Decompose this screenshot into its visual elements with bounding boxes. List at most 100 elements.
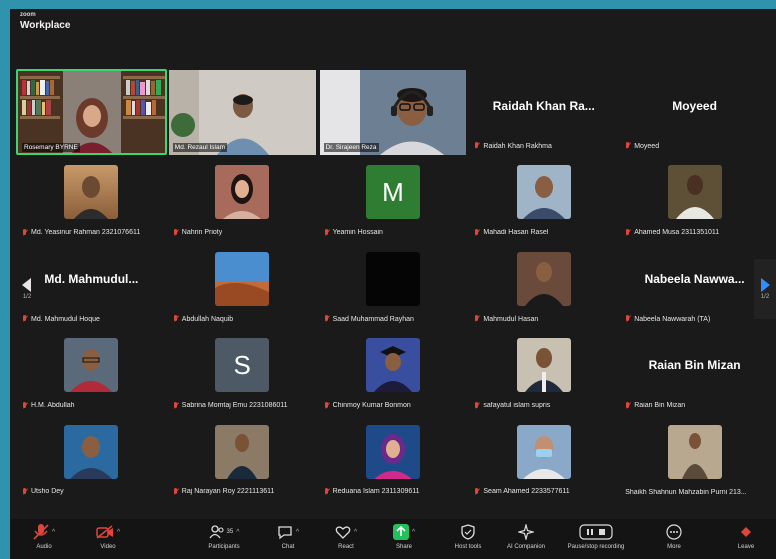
participant-label: Mahadi Hasan Rasel (483, 229, 549, 237)
profile-photo (215, 165, 270, 220)
mic-muted-icon (474, 401, 480, 410)
participant-label: Raian Bin Mizan (634, 402, 686, 410)
chevron-up-icon[interactable]: ^ (412, 529, 415, 536)
host-tools-button[interactable]: Host tools (438, 522, 498, 558)
participant-tile[interactable]: Mahmudul Hasan (468, 242, 619, 328)
participant-tile[interactable]: Chinmoy Kumar Bonmon (318, 328, 469, 414)
react-button[interactable]: ^ React (316, 522, 376, 558)
mic-muted-icon (474, 315, 480, 323)
participant-tile[interactable]: Saad Muhammad Rayhan (318, 242, 469, 328)
mic-muted-icon (625, 401, 631, 410)
participant-label: Seam Ahamed 2233577611 (483, 488, 570, 496)
participant-tile[interactable]: Shaikh Shahnun Mahzabin Purni 213... (619, 415, 770, 501)
participants-icon (208, 525, 224, 539)
mic-muted-icon (173, 487, 179, 496)
participant-display-name: Nabeela Nawwa... (644, 271, 745, 286)
more-icon (666, 524, 682, 540)
initial-avatar: S (215, 338, 270, 393)
profile-photo (667, 424, 722, 479)
participant-label: Reduana Islam 2311309611 (332, 488, 420, 496)
participant-display-name: Raian Bin Mizan (648, 358, 741, 373)
participant-tile[interactable]: Mahadi Hasan Rasel (468, 155, 619, 241)
page-indicator: 1/2 (22, 294, 32, 300)
mic-muted-icon (625, 142, 631, 150)
previous-page-button[interactable]: 1/2 (16, 259, 38, 319)
host-tools-label: Host tools (454, 544, 482, 550)
video-tile-rezaul[interactable]: Md. Rezaul Islam (167, 69, 318, 156)
participant-tile[interactable]: Nahrin Prioty (167, 155, 318, 241)
pause-stop-icon (579, 524, 613, 540)
video-button[interactable]: ^ Video (78, 522, 138, 558)
share-button[interactable]: ^ Share (374, 522, 434, 558)
video-tile-sirajeen[interactable]: Dr. Sirajeen Reza (318, 69, 469, 156)
pause-stop-recording-button[interactable]: Pause/stop recording (566, 522, 626, 558)
participant-label: H.M. Abdullah (31, 402, 75, 410)
chat-button[interactable]: ^ Chat (258, 522, 318, 558)
meeting-toolbar: ^ Audio ^ Video 35 ^ Participants ^ Chat… (10, 519, 776, 559)
participant-tile[interactable]: Utsho Dey (16, 415, 167, 501)
gallery-grid: Rosemary BYRNE Md. Rezaul Islam Dr. Sira… (16, 69, 770, 501)
participant-display-name: Moyeed (672, 99, 717, 113)
participant-label: Raj Narayan Roy 2221113611 (181, 488, 275, 496)
participant-tile[interactable]: Nabeela Nawwa... Nabeela Nawwarah (TA) (619, 242, 770, 328)
participants-button[interactable]: 35 ^ Participants (194, 522, 254, 558)
react-heart-icon (335, 525, 351, 539)
mic-muted-icon (324, 401, 330, 410)
chevron-up-icon[interactable]: ^ (52, 529, 55, 536)
mic-muted-icon (474, 487, 480, 496)
participant-tile[interactable]: Seam Ahamed 2233577611 (468, 415, 619, 501)
participant-tile[interactable]: safayatul islam supris (468, 328, 619, 414)
next-page-button[interactable]: 1/2 (754, 259, 776, 319)
app-brand-name: Workplace (20, 20, 71, 31)
participant-tile[interactable]: Raj Narayan Roy 2221113611 (167, 415, 318, 501)
participant-tile[interactable]: M Yeamin Hossain (318, 155, 469, 241)
leave-button[interactable]: Leave (716, 522, 776, 558)
pause-recording-label: Pause/stop recording (567, 544, 625, 550)
participant-tile[interactable]: Md. Yeasinur Rahman 2321076611 (16, 155, 167, 241)
profile-photo (64, 424, 119, 479)
participant-count: 35 (226, 529, 234, 535)
chevron-up-icon[interactable]: ^ (117, 529, 120, 536)
participant-tile[interactable]: S Sabrina Momtaj Emu 2231086011 (167, 328, 318, 414)
zoom-meeting-window: zoom Workplace Rosemary BYRNE Md. Rezaul… (10, 9, 776, 559)
app-brand-small: zoom (20, 12, 36, 18)
mic-muted-icon (22, 401, 28, 410)
chevron-up-icon[interactable]: ^ (236, 529, 239, 536)
chevron-right-icon (761, 278, 770, 292)
participant-label: Shaikh Shahnun Mahzabin Purni 213... (625, 488, 747, 496)
more-button[interactable]: More (644, 522, 704, 558)
mic-muted-icon (173, 401, 179, 410)
participant-tile[interactable]: Raian Bin Mizan Raian Bin Mizan (619, 328, 770, 414)
participant-label: Raidah Khan Rakhma (483, 142, 552, 150)
participant-label: Utsho Dey (31, 488, 64, 496)
mic-muted-icon (22, 487, 28, 496)
participant-tile[interactable]: Md. Mahmudul... Md. Mahmudul Hoque (16, 242, 167, 328)
participant-tile[interactable]: Ahamed Musa 2311351011 (619, 155, 770, 241)
participant-tile[interactable]: H.M. Abdullah (16, 328, 167, 414)
participant-tile[interactable]: Abdullah Naquib (167, 242, 318, 328)
participant-label: Sabrina Momtaj Emu 2231086011 (181, 402, 288, 410)
profile-photo (667, 165, 722, 220)
participant-tile-moyeed[interactable]: Moyeed Moyeed (619, 69, 770, 155)
office-video (168, 70, 316, 155)
mic-muted-icon (474, 142, 480, 150)
audio-button[interactable]: ^ Audio (14, 522, 74, 558)
chevron-up-icon[interactable]: ^ (296, 529, 299, 536)
ai-companion-button[interactable]: AI Companion (496, 522, 556, 558)
share-label: Share (395, 544, 412, 550)
profile-photo (365, 424, 420, 479)
mic-muted-icon (625, 228, 631, 237)
profile-photo (64, 165, 119, 220)
video-tile-rosemary[interactable]: Rosemary BYRNE (16, 69, 167, 156)
chevron-up-icon[interactable]: ^ (354, 529, 357, 536)
more-label: More (667, 544, 681, 550)
react-label: React (338, 544, 354, 550)
mic-muted-icon (173, 315, 179, 323)
profile-photo (365, 338, 420, 393)
participant-label: Ahamed Musa 2311351011 (634, 229, 720, 237)
profile-photo (215, 424, 270, 479)
participant-tile[interactable]: Reduana Islam 2311309611 (318, 415, 469, 501)
participant-label: Saad Muhammad Rayhan (332, 315, 414, 323)
profile-photo (516, 424, 571, 479)
participant-tile-raidah[interactable]: Raidah Khan Ra... Raidah Khan Rakhma (468, 69, 619, 155)
